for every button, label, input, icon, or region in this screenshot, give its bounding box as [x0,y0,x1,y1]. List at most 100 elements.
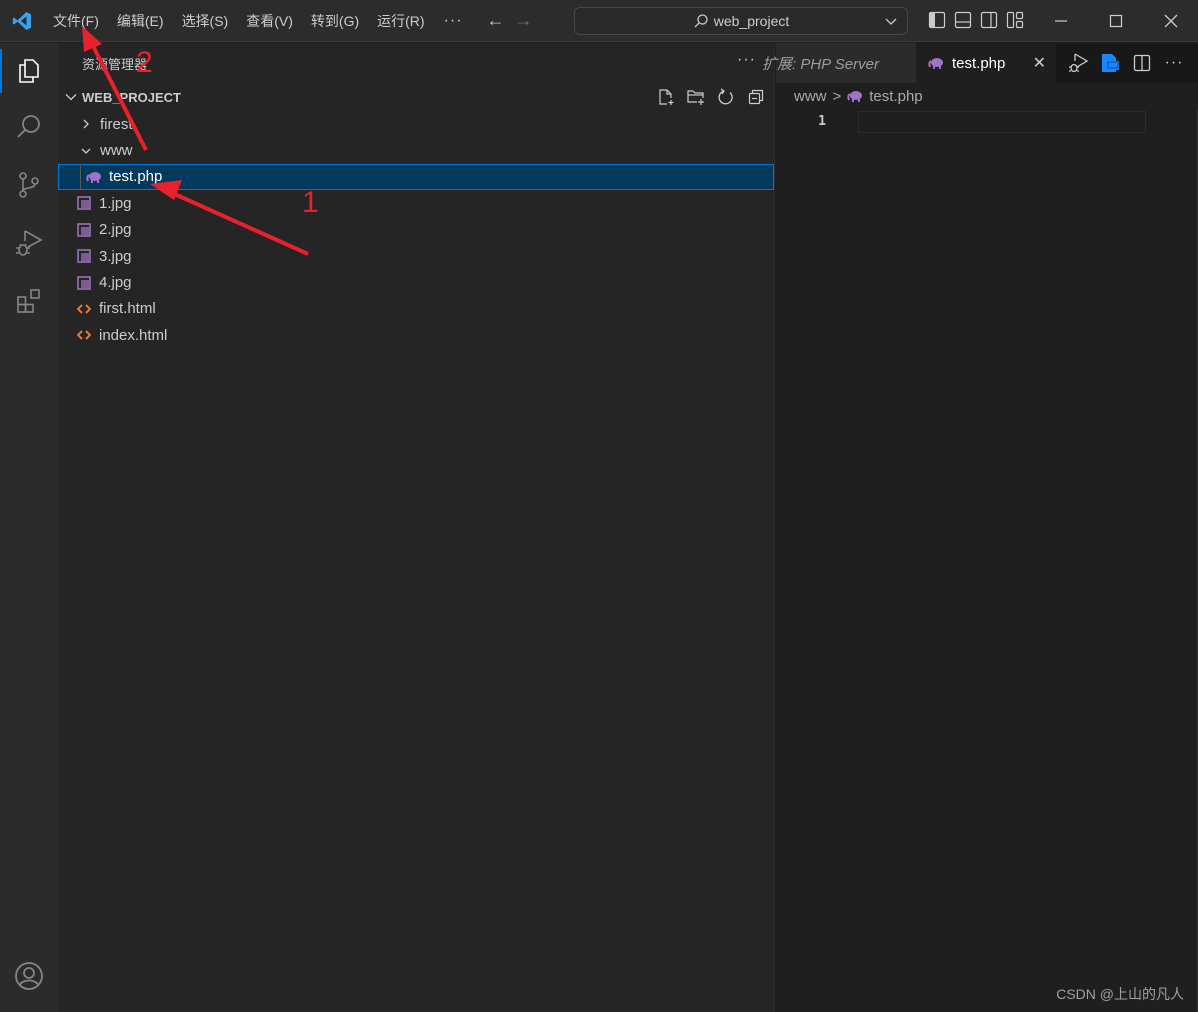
menu-selection[interactable]: 选择(S) [173,0,238,42]
workspace-title: WEB_PROJECT [82,89,181,105]
tree-item-label: index.html [99,326,168,344]
tree-item-label: first.html [99,300,156,318]
source-control-icon [19,172,39,198]
tab-php-server-extension[interactable]: 扩展: PHP Server [762,43,916,83]
menu-view[interactable]: 查看(V) [237,0,302,42]
toggle-panel-icon[interactable] [954,11,972,29]
title-bar: 文件(F) 编辑(E) 选择(S) 查看(V) 转到(G) 运行(R) ··· … [0,0,1198,42]
maximize-button[interactable] [1088,0,1143,42]
toggle-secondary-sidebar-icon[interactable] [980,11,998,29]
tree-item-file[interactable]: 3.jpg [58,243,774,269]
explorer-sidebar: 资源管理器 ··· WEB_PROJECT firest www test.ph… [58,43,775,1012]
tree-item-file[interactable]: 1.jpg [58,190,774,216]
image-file-icon [76,275,92,291]
minimize-button[interactable] [1033,0,1088,42]
nav-back-button[interactable]: ← [487,10,505,31]
editor-area: 扩展: PHP Server test.php ✕ ··· www > test… [762,43,1198,1012]
breadcrumb-folder[interactable]: www [794,88,827,105]
extensions-icon [17,289,40,313]
tree-item-label: 4.jpg [99,274,132,292]
close-icon [1164,14,1177,28]
new-folder-icon [687,90,704,105]
image-file-icon [76,248,92,264]
code-line[interactable]: 1 [776,109,1198,133]
vscode-logo-icon [0,0,44,42]
php-file-icon [847,90,863,102]
account-icon [15,962,43,990]
chevron-down-icon [65,94,77,101]
run-debug-icon [1069,53,1089,73]
breadcrumb-file[interactable]: test.php [869,88,922,105]
maximize-icon [1109,14,1122,28]
file-tree: firest www test.php 1.jpg 2.jpg 3.jpg 4.… [58,111,774,349]
activity-run-debug[interactable] [0,215,58,271]
files-icon [19,59,39,83]
tree-item-label: test.php [109,168,163,186]
tree-item-label: 1.jpg [99,194,132,212]
php-file-icon [86,169,102,185]
activity-extensions[interactable] [0,273,58,329]
breadcrumb: www > test.php [776,83,1198,109]
chevron-right-icon [78,118,94,130]
minimize-icon [1054,20,1067,22]
menu-file[interactable]: 文件(F) [44,0,108,42]
tab-label: 扩展: PHP Server [762,55,879,73]
php-server-button[interactable] [1098,51,1122,75]
tree-item-file[interactable]: 2.jpg [58,217,774,243]
toggle-primary-sidebar-icon[interactable] [928,11,946,29]
tree-item-file[interactable]: first.html [58,296,774,322]
command-center-search[interactable]: web_project [574,7,908,35]
refresh-button[interactable] [716,87,736,107]
new-folder-button[interactable] [686,87,706,107]
menu-edit[interactable]: 编辑(E) [108,0,173,42]
nav-forward-button[interactable]: → [515,10,533,31]
tree-item-file-selected[interactable]: test.php [58,163,774,191]
tree-item-folder[interactable]: firest [58,111,774,137]
workspace-section-header[interactable]: WEB_PROJECT [58,83,774,111]
editor-more-actions-button[interactable]: ··· [1162,51,1186,75]
menu-go[interactable]: 转到(G) [302,0,368,42]
tab-label: test.php [952,54,1006,72]
html-file-icon [76,301,92,317]
run-debug-file-button[interactable] [1066,51,1090,75]
collapse-all-icon [748,89,764,105]
search-icon [694,14,708,28]
tree-item-file[interactable]: 4.jpg [58,269,774,295]
collapse-all-button[interactable] [746,87,766,107]
split-editor-button[interactable] [1130,51,1154,75]
split-editor-icon [1133,54,1151,72]
image-file-icon [76,195,92,211]
tab-test-php[interactable]: test.php ✕ [916,43,1056,83]
tree-item-label: 2.jpg [99,221,132,239]
close-window-button[interactable] [1143,0,1198,42]
run-debug-icon [16,230,43,256]
chevron-down-icon[interactable] [883,11,899,31]
activity-source-control[interactable] [0,157,58,213]
tab-bar: 扩展: PHP Server test.php ✕ ··· [762,43,1198,83]
search-icon [17,115,40,138]
refresh-icon [718,88,733,105]
command-center-text: web_project [713,13,790,29]
annotation-label-2: 2 [136,46,153,79]
tree-item-file[interactable]: index.html [58,322,774,348]
activity-search[interactable] [0,99,58,155]
customize-layout-icon[interactable] [1006,11,1024,29]
watermark-text: CSDN @上山的凡人 [1056,986,1184,1002]
close-tab-button[interactable]: ✕ [1033,53,1046,73]
chevron-down-icon [78,145,94,157]
activity-bar [0,43,58,1012]
tree-item-label: 3.jpg [99,247,132,265]
activity-accounts[interactable] [0,948,58,1004]
tree-item-folder[interactable]: www [58,137,774,163]
breadcrumb-separator: > [832,87,842,105]
annotation-label-1: 1 [302,186,319,219]
activity-explorer[interactable] [0,43,58,99]
php-server-icon [1102,54,1119,72]
menu-more-button[interactable]: ··· [434,12,473,30]
menu-run[interactable]: 运行(R) [368,0,433,42]
current-line-highlight [858,111,1146,133]
new-file-button[interactable] [656,87,676,107]
indent-guide [80,163,81,191]
sidebar-more-button[interactable]: ··· [737,51,756,69]
menu-bar: 文件(F) 编辑(E) 选择(S) 查看(V) 转到(G) 运行(R) ··· [44,0,473,42]
